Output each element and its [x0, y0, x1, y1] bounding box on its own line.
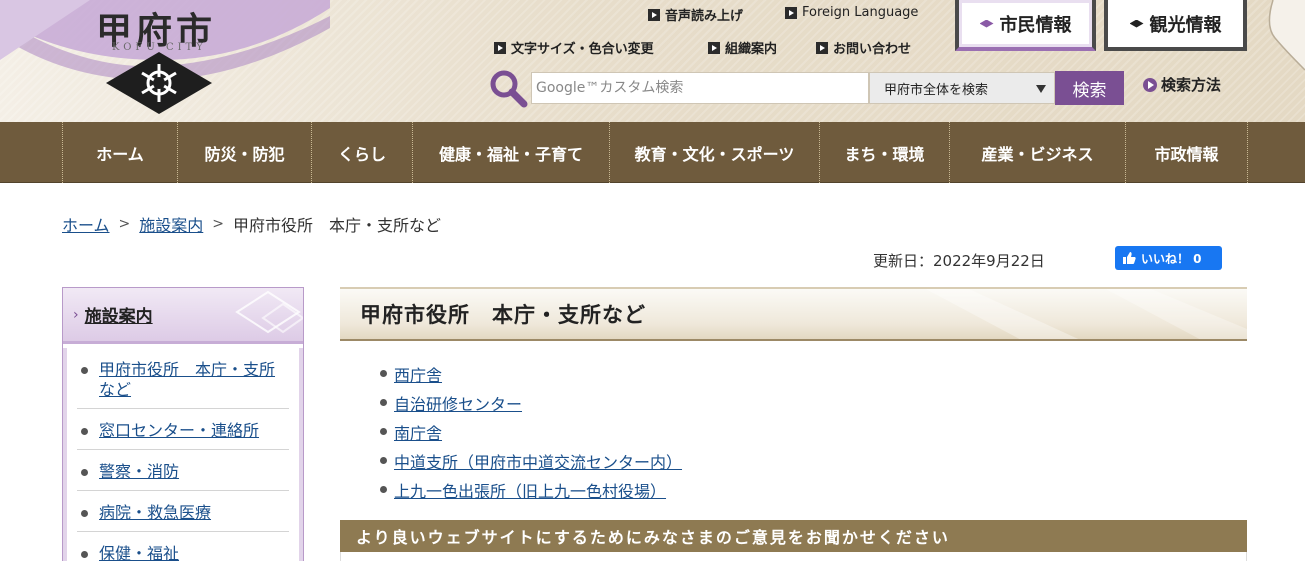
nav-item-disaster[interactable]: 防災・防犯: [177, 122, 311, 183]
arrow-square-icon: [708, 41, 720, 54]
arrow-square-icon: [494, 41, 506, 54]
facility-link[interactable]: 西庁舎: [394, 362, 442, 386]
breadcrumb-current: 甲府市役所 本庁・支所など: [233, 216, 442, 235]
breadcrumb-separator: >: [212, 216, 225, 232]
list-item: 西庁舎: [380, 359, 682, 388]
feedback-body: [340, 552, 1247, 561]
search-input[interactable]: [531, 72, 869, 104]
facility-link[interactable]: 南庁舎: [394, 420, 442, 444]
list-item: 自治研修センター: [380, 388, 682, 417]
nav-item-living[interactable]: くらし: [311, 122, 412, 183]
tab-tourism-info[interactable]: 観光情報: [1104, 0, 1247, 51]
facility-link[interactable]: 自治研修センター: [394, 391, 522, 415]
site-header: 甲府市 KOFU CITY 音声読み上げ Foreign Language 文字…: [0, 0, 1305, 122]
play-circle-icon: [1143, 77, 1157, 92]
page-curl-decoration: [1268, 0, 1305, 71]
nav-item-home[interactable]: ホーム: [62, 122, 177, 183]
arrow-square-icon: [648, 8, 660, 21]
global-nav: ホーム 防災・防犯 くらし 健康・福祉・子育て 教育・文化・スポーツ まち・環境…: [0, 122, 1305, 183]
title-decoration: [925, 289, 1247, 339]
breadcrumb-home[interactable]: ホーム: [62, 212, 110, 236]
contact-link[interactable]: お問い合わせ: [816, 38, 911, 57]
diamond-icon: [1130, 20, 1144, 28]
arrow-square-icon: [785, 6, 797, 19]
sidebar-item-link[interactable]: 甲府市役所 本庁・支所など: [99, 360, 275, 399]
thumbs-up-icon: [1123, 252, 1136, 264]
foreign-language-link[interactable]: Foreign Language: [785, 5, 918, 20]
voice-read-link[interactable]: 音声読み上げ: [648, 5, 743, 24]
updated-date: 更新日：2022年9月22日: [873, 252, 1045, 270]
tab-citizen-info[interactable]: 市民情報: [955, 0, 1096, 51]
nav-item-business[interactable]: 産業・ビジネス: [949, 122, 1125, 183]
sidebar-item-link[interactable]: 警察・消防: [99, 462, 179, 481]
search-icon: [490, 70, 528, 108]
search-help-link[interactable]: 検索方法: [1143, 74, 1221, 95]
facility-links: 西庁舎 自治研修センター 南庁舎 中道支所（甲府市中道交流センター内） 上九一色…: [380, 359, 682, 504]
sidebar-item: 病院・救急医療: [77, 491, 289, 532]
page-title-box: 甲府市役所 本庁・支所など: [340, 287, 1247, 341]
nav-item-city-info[interactable]: 市政情報: [1125, 122, 1248, 183]
breadcrumb-separator: >: [118, 216, 131, 232]
feedback-heading: より良いウェブサイトにするためにみなさまのご意見をお聞かせください: [340, 520, 1247, 552]
search-scope-select[interactable]: 甲府市全体を検索: [869, 72, 1055, 104]
chevron-right-icon: ›: [73, 306, 79, 323]
sidebar-title[interactable]: 施設案内: [85, 302, 153, 327]
sidebar-item: 窓口センター・連絡所: [77, 409, 289, 450]
search-button[interactable]: 検索: [1055, 71, 1124, 105]
nav-item-environment[interactable]: まち・環境: [819, 122, 949, 183]
sidebar-header-decoration: [235, 290, 303, 334]
sidebar-item-link[interactable]: 窓口センター・連絡所: [99, 421, 259, 440]
breadcrumb: ホーム > 施設案内 > 甲府市役所 本庁・支所など: [62, 212, 441, 236]
sidebar: › 施設案内 甲府市役所 本庁・支所など 窓口センター・連絡所 警察・消防 病院…: [62, 287, 304, 561]
nav-item-health[interactable]: 健康・福祉・子育て: [412, 122, 609, 183]
sidebar-header: › 施設案内: [63, 288, 303, 344]
facility-link[interactable]: 中道支所（甲府市中道交流センター内）: [394, 449, 682, 473]
list-item: 中道支所（甲府市中道交流センター内）: [380, 446, 682, 475]
nav-item-education[interactable]: 教育・文化・スポーツ: [609, 122, 819, 183]
page-title: 甲府市役所 本庁・支所など: [360, 303, 646, 327]
organization-link[interactable]: 組織案内: [708, 38, 777, 57]
breadcrumb-facility[interactable]: 施設案内: [139, 212, 203, 236]
sidebar-item: 甲府市役所 本庁・支所など: [77, 348, 289, 409]
sidebar-list: 甲府市役所 本庁・支所など 窓口センター・連絡所 警察・消防 病院・救急医療 保…: [63, 348, 303, 561]
global-nav-list: ホーム 防災・防犯 くらし 健康・福祉・子育て 教育・文化・スポーツ まち・環境…: [62, 122, 1248, 183]
sidebar-item: 保健・福祉: [77, 532, 289, 561]
sidebar-item-link[interactable]: 保健・福祉: [99, 544, 179, 561]
chevron-down-icon: [1036, 85, 1046, 93]
text-size-color-link[interactable]: 文字サイズ・色合い変更: [494, 38, 654, 57]
list-item: 南庁舎: [380, 417, 682, 446]
sidebar-item: 警察・消防: [77, 450, 289, 491]
facility-link[interactable]: 上九一色出張所（旧上九一色村役場）: [394, 478, 666, 502]
city-emblem-icon[interactable]: [106, 52, 212, 114]
facebook-like-button[interactable]: いいね！ 0: [1115, 246, 1222, 270]
list-item: 上九一色出張所（旧上九一色村役場）: [380, 475, 682, 504]
arrow-square-icon: [816, 41, 828, 54]
diamond-icon: [980, 20, 994, 28]
sidebar-item-link[interactable]: 病院・救急医療: [99, 503, 211, 522]
